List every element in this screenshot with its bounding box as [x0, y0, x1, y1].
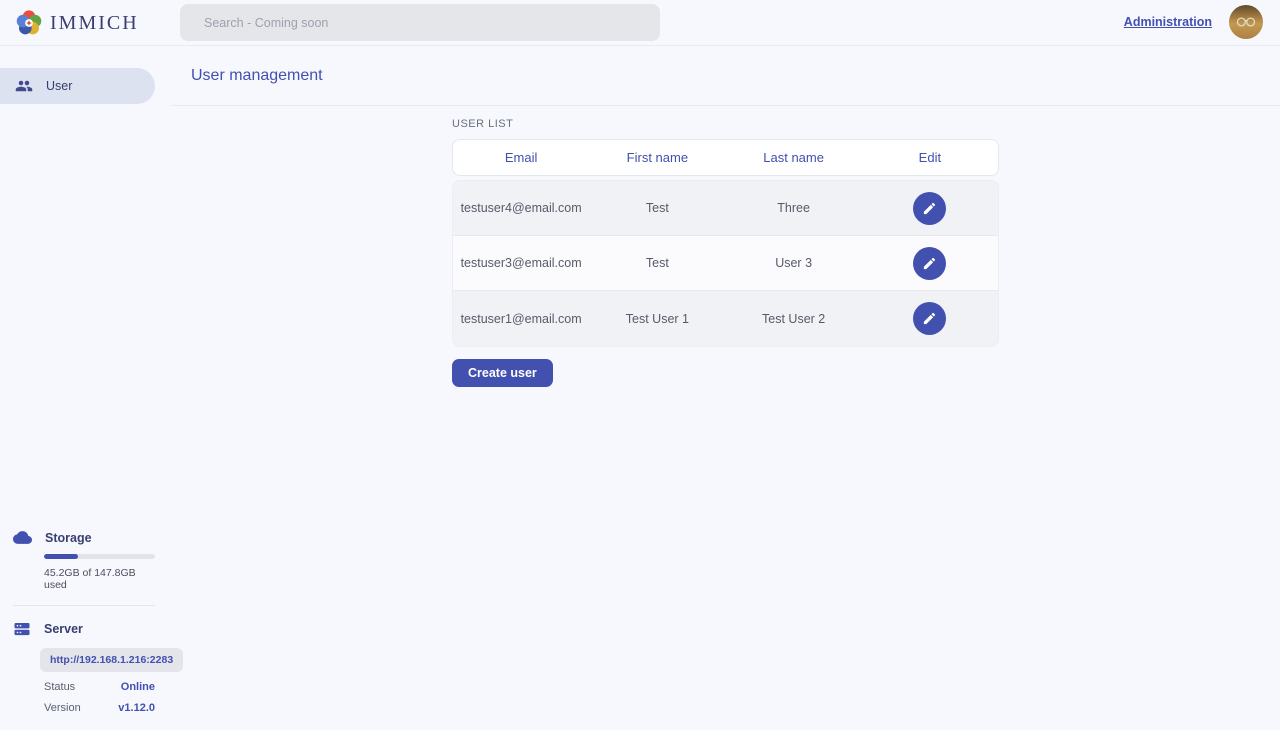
cell-last-name: User 3 [726, 256, 862, 270]
storage-usage-text: 45.2GB of 147.8GB used [44, 567, 155, 591]
search-input[interactable] [180, 4, 660, 41]
main-content: User management USER LIST Email First na… [171, 46, 1280, 730]
cell-first-name: Test User 1 [589, 312, 725, 326]
cell-last-name: Three [726, 201, 862, 215]
server-title: Server [44, 622, 83, 636]
server-version-row: Version v1.12.0 [44, 702, 155, 714]
cell-first-name: Test [589, 201, 725, 215]
column-header-email: Email [453, 150, 589, 165]
table-row: testuser1@email.com Test User 1 Test Use… [453, 291, 998, 346]
sidebar-item-label: User [46, 79, 72, 93]
cell-email: testuser3@email.com [453, 256, 589, 270]
pencil-icon [922, 311, 937, 326]
page-title-bar: User management [171, 46, 1280, 106]
cell-first-name: Test [589, 256, 725, 270]
glasses-icon [1233, 9, 1259, 35]
cloud-icon [13, 528, 32, 547]
user-avatar[interactable] [1229, 5, 1263, 39]
edit-user-button[interactable] [913, 192, 946, 225]
server-icon [13, 620, 31, 638]
edit-user-button[interactable] [913, 247, 946, 280]
sidebar-divider [13, 605, 155, 606]
sidebar-status-panel: Storage 45.2GB of 147.8GB used Server ht… [13, 528, 155, 714]
sidebar: User Storage 45.2GB of 147.8GB used [0, 46, 171, 730]
create-user-button[interactable]: Create user [452, 359, 553, 387]
edit-user-button[interactable] [913, 302, 946, 335]
version-label: Version [44, 702, 81, 714]
immich-flower-icon [16, 10, 42, 36]
column-header-edit: Edit [862, 150, 998, 165]
page-title: User management [191, 67, 323, 85]
table-row: testuser3@email.com Test User 3 [453, 236, 998, 291]
pencil-icon [922, 256, 937, 271]
column-header-first-name: First name [589, 150, 725, 165]
storage-title: Storage [45, 531, 92, 545]
server-status-row: Status Online [44, 681, 155, 693]
sidebar-item-user[interactable]: User [0, 68, 155, 104]
storage-progress-fill [44, 554, 78, 559]
version-value: v1.12.0 [118, 702, 155, 714]
cell-email: testuser4@email.com [453, 201, 589, 215]
user-table: testuser4@email.com Test Three testuser3… [452, 180, 999, 347]
table-header-row: Email First name Last name Edit [452, 139, 999, 176]
user-list-label: USER LIST [452, 118, 999, 130]
storage-progress-bar [44, 554, 155, 559]
cell-last-name: Test User 2 [726, 312, 862, 326]
administration-link[interactable]: Administration [1124, 15, 1212, 29]
app-name: IMMICH [50, 12, 139, 35]
status-value: Online [121, 681, 155, 693]
storage-section-header: Storage [13, 528, 155, 547]
cell-email: testuser1@email.com [453, 312, 589, 326]
status-label: Status [44, 681, 75, 693]
server-url-chip: http://192.168.1.216:2283 [40, 648, 183, 672]
pencil-icon [922, 201, 937, 216]
user-group-icon [15, 77, 33, 95]
table-row: testuser4@email.com Test Three [453, 181, 998, 236]
app-header: IMMICH Administration [0, 0, 1280, 46]
column-header-last-name: Last name [726, 150, 862, 165]
server-section-header: Server [13, 620, 155, 638]
immich-logo[interactable]: IMMICH [16, 7, 139, 39]
